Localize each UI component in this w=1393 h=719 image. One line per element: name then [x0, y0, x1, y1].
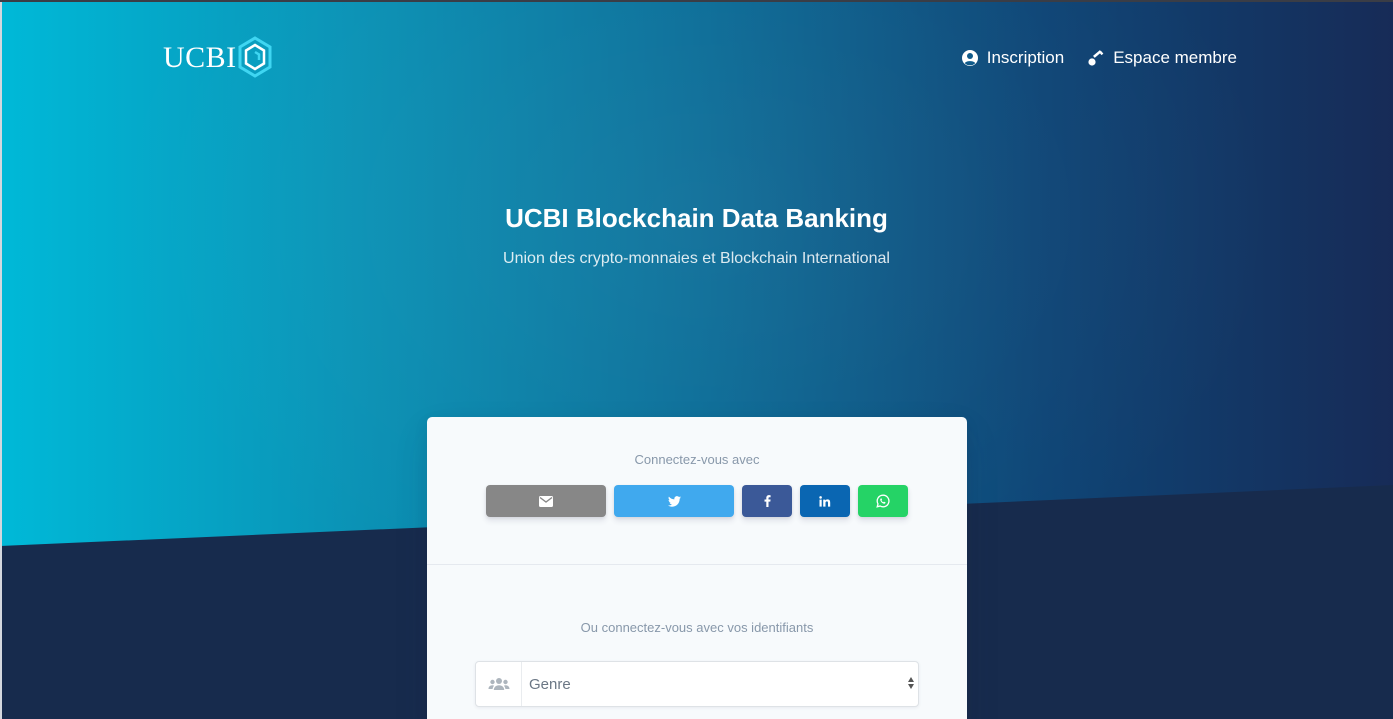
- hexagon-logo-icon: [238, 36, 272, 78]
- hero-title: UCBI Blockchain Data Banking: [505, 203, 888, 233]
- genre-select[interactable]: Genre: [522, 662, 918, 706]
- social-login-section: Connectez-vous avec: [427, 417, 967, 565]
- page: UCBI Inscription Espace membre UCBI Bloc…: [0, 0, 1393, 719]
- logo-text: UCBI: [163, 41, 237, 74]
- login-card: Connectez-vous avec Ou connectez-vous av…: [427, 417, 967, 719]
- nav-link-label: Espace membre: [1113, 48, 1237, 67]
- select-addon: [476, 662, 522, 706]
- nav-link-inscription[interactable]: Inscription: [961, 44, 1064, 72]
- nav-link-espace-membre[interactable]: Espace membre: [1087, 44, 1237, 72]
- window-left-edge: [0, 0, 2, 719]
- hero-subtitle: Union des crypto-monnaies et Blockchain …: [503, 250, 890, 267]
- credentials-label: Ou connectez-vous avec vos identifiants: [580, 620, 814, 635]
- email-login-button[interactable]: [486, 485, 606, 517]
- facebook-login-button[interactable]: [742, 485, 792, 517]
- genre-select-value: Genre: [529, 675, 571, 693]
- twitter-icon: [667, 495, 681, 507]
- whatsapp-icon: [876, 494, 890, 508]
- top-nav: Inscription Espace membre: [961, 44, 1237, 72]
- nav-link-label: Inscription: [986, 48, 1065, 67]
- social-buttons-row: [486, 485, 908, 517]
- linkedin-login-button[interactable]: [800, 485, 850, 517]
- window-top-border: [0, 0, 1393, 2]
- credentials-section: Ou connectez-vous avec vos identifiants …: [427, 565, 967, 719]
- facebook-icon: [764, 495, 771, 507]
- users-icon: [488, 678, 509, 690]
- select-arrows-icon: [908, 677, 914, 689]
- genre-select-group: Genre: [475, 661, 919, 707]
- key-icon: [1088, 50, 1104, 66]
- social-login-label: Connectez-vous avec: [634, 452, 760, 467]
- envelope-icon: [539, 495, 553, 507]
- linkedin-icon: [819, 495, 831, 507]
- twitter-login-button[interactable]: [614, 485, 734, 517]
- user-circle-icon: [961, 50, 978, 66]
- site-logo[interactable]: UCBI: [163, 34, 272, 82]
- whatsapp-login-button[interactable]: [858, 485, 908, 517]
